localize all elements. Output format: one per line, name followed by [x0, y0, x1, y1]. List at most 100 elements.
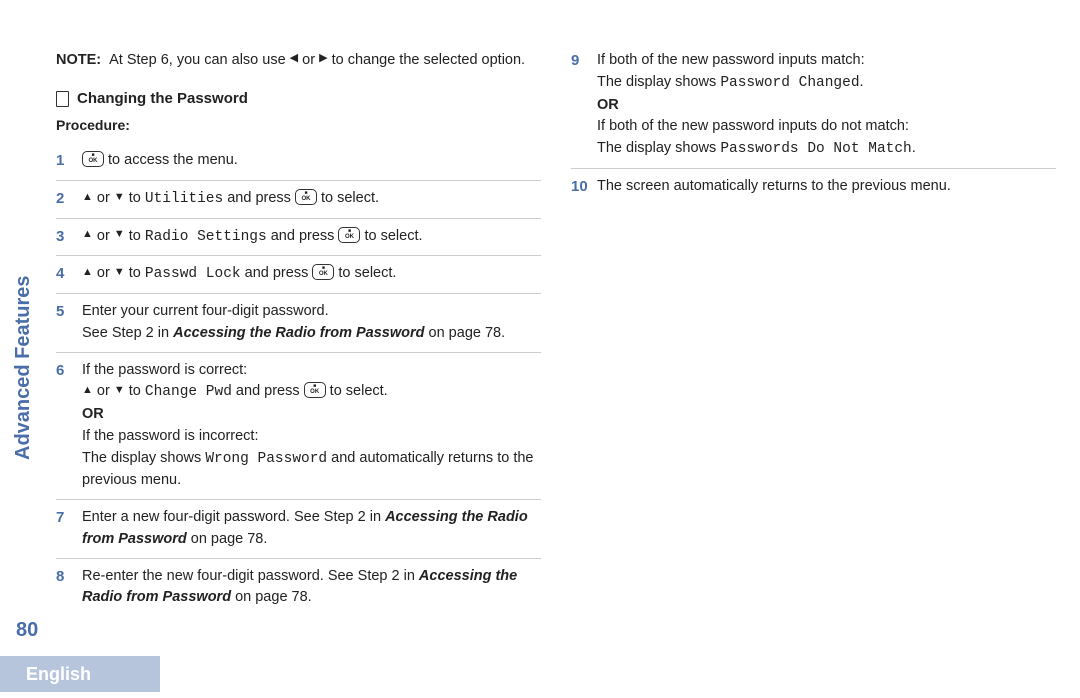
step-text: . — [860, 74, 864, 90]
step-text: The display shows — [597, 74, 720, 90]
step-9: 9 If both of the new password inputs mat… — [571, 50, 1056, 169]
text-andpress: and press — [267, 228, 339, 244]
step-text: to access the menu. — [104, 152, 238, 168]
up-arrow-icon: ▲ — [82, 264, 93, 281]
down-arrow-icon: ▼ — [114, 226, 125, 243]
procedure-label: Procedure: — [56, 117, 541, 133]
step-text: If both of the new password inputs do no… — [597, 118, 909, 134]
step-number: 9 — [571, 50, 597, 161]
note-text: At Step 6, you can also use ◀ or ▶ to ch… — [109, 50, 525, 70]
step-text: Re-enter the new four-digit password. Se… — [82, 568, 419, 584]
down-arrow-icon: ▼ — [114, 382, 125, 399]
step-number: 7 — [56, 507, 82, 551]
step-text: The display shows — [82, 450, 205, 466]
left-arrow-icon: ◀ — [290, 51, 298, 66]
or-label: OR — [82, 406, 104, 422]
step-text: The display shows — [597, 140, 720, 156]
text-toselect: to select. — [334, 265, 396, 281]
section-title: Changing the Password — [77, 90, 248, 107]
step-2: 2 ▲ or ▼ to Utilities and press to selec… — [56, 181, 541, 219]
text-to: to — [125, 228, 145, 244]
up-arrow-icon: ▲ — [82, 189, 93, 206]
note-block: NOTE: At Step 6, you can also use ◀ or ▶… — [56, 50, 541, 70]
step-text: If the password is correct: — [82, 362, 247, 378]
xref: Accessing the Radio from Password — [173, 325, 424, 341]
text-or: or — [93, 265, 114, 281]
step-text: The screen automatically returns to the … — [597, 178, 951, 194]
content-columns: NOTE: At Step 6, you can also use ◀ or ▶… — [56, 50, 1056, 616]
right-arrow-icon: ▶ — [319, 51, 327, 66]
step-number: 4 — [56, 263, 82, 286]
note-text-c: to change the selected option. — [328, 52, 526, 68]
display-wrong-password: Wrong Password — [205, 451, 327, 467]
text-or: or — [93, 228, 114, 244]
step-text: If the password is incorrect: — [82, 428, 259, 444]
left-column: NOTE: At Step 6, you can also use ◀ or ▶… — [56, 50, 541, 616]
step-8: 8 Re-enter the new four-digit password. … — [56, 559, 541, 617]
step-text: Enter a new four-digit password. See Ste… — [82, 509, 385, 525]
text-to: to — [125, 383, 145, 399]
text-to: to — [125, 265, 145, 281]
menu-change-pwd: Change Pwd — [145, 384, 232, 400]
menu-radio-settings: Radio Settings — [145, 229, 267, 245]
text-or: or — [93, 383, 114, 399]
step-text: . — [912, 140, 916, 156]
step-1: 1 to access the menu. — [56, 143, 541, 181]
ok-button-icon — [295, 189, 317, 205]
right-column: 9 If both of the new password inputs mat… — [571, 50, 1056, 616]
text-andpress: and press — [241, 265, 313, 281]
menu-utilities: Utilities — [145, 191, 223, 207]
step-number: 8 — [56, 566, 82, 610]
step-body: If both of the new password inputs match… — [597, 50, 1056, 161]
step-text: If both of the new password inputs match… — [597, 52, 865, 68]
step-6: 6 If the password is correct: ▲ or ▼ to … — [56, 353, 541, 501]
ok-button-icon — [312, 264, 334, 280]
page-number: 80 — [16, 619, 38, 642]
step-body: Enter a new four-digit password. See Ste… — [82, 507, 541, 551]
step-text: See Step 2 in — [82, 325, 173, 341]
section-header-vertical: Advanced Features — [12, 275, 35, 460]
step-body: Enter your current four-digit password. … — [82, 301, 541, 345]
down-arrow-icon: ▼ — [114, 264, 125, 281]
section-heading: Changing the Password — [56, 90, 541, 107]
language-tab: English — [0, 656, 160, 692]
step-number: 10 — [571, 176, 597, 199]
text-toselect: to select. — [360, 228, 422, 244]
menu-passwd-lock: Passwd Lock — [145, 266, 241, 282]
or-label: OR — [597, 97, 619, 113]
step-body: ▲ or ▼ to Passwd Lock and press to selec… — [82, 263, 541, 286]
step-text: on page 78. — [425, 325, 506, 341]
text-to: to — [125, 190, 145, 206]
step-text: Enter your current four-digit password. — [82, 303, 329, 319]
manual-page: Advanced Features 80 English NOTE: At St… — [0, 0, 1080, 698]
text-andpress: and press — [232, 383, 304, 399]
step-5: 5 Enter your current four-digit password… — [56, 294, 541, 353]
step-body: The screen automatically returns to the … — [597, 176, 1056, 199]
down-arrow-icon: ▼ — [114, 189, 125, 206]
step-body: ▲ or ▼ to Utilities and press to select. — [82, 188, 541, 211]
step-number: 3 — [56, 226, 82, 249]
step-body: to access the menu. — [82, 150, 541, 173]
text-toselect: to select. — [326, 383, 388, 399]
ok-button-icon — [82, 151, 104, 167]
up-arrow-icon: ▲ — [82, 226, 93, 243]
step-body: ▲ or ▼ to Radio Settings and press to se… — [82, 226, 541, 249]
note-label: NOTE: — [56, 50, 101, 70]
step-number: 5 — [56, 301, 82, 345]
ok-button-icon — [338, 227, 360, 243]
step-4: 4 ▲ or ▼ to Passwd Lock and press to sel… — [56, 256, 541, 294]
step-number: 6 — [56, 360, 82, 493]
step-number: 2 — [56, 188, 82, 211]
step-body: If the password is correct: ▲ or ▼ to Ch… — [82, 360, 541, 493]
step-number: 1 — [56, 150, 82, 173]
text-or: or — [93, 190, 114, 206]
display-password-changed: Password Changed — [720, 75, 859, 91]
step-text: on page 78. — [231, 589, 312, 605]
document-icon — [56, 91, 69, 107]
display-passwords-no-match: Passwords Do Not Match — [720, 141, 911, 157]
text-andpress: and press — [223, 190, 295, 206]
ok-button-icon — [304, 382, 326, 398]
step-text: on page 78. — [187, 531, 268, 547]
step-body: Re-enter the new four-digit password. Se… — [82, 566, 541, 610]
text-toselect: to select. — [317, 190, 379, 206]
